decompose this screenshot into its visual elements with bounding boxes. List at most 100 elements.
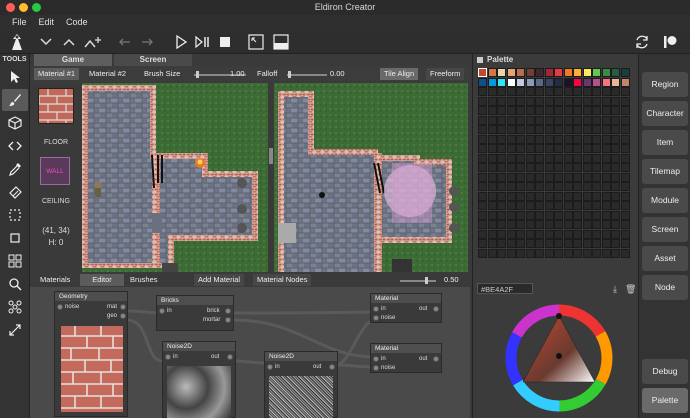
palette-swatch[interactable] <box>601 163 611 172</box>
palette-swatch[interactable] <box>563 144 573 153</box>
palette-swatch[interactable] <box>497 172 506 182</box>
palette-swatch[interactable] <box>582 144 592 153</box>
palette-swatch[interactable] <box>611 229 620 239</box>
palette-swatch[interactable] <box>535 144 544 153</box>
palette-swatch[interactable] <box>525 248 535 258</box>
palette-swatch[interactable] <box>620 134 630 144</box>
palette-swatch[interactable] <box>592 210 601 220</box>
palette-swatch[interactable] <box>478 77 487 87</box>
palette-swatch[interactable] <box>601 220 611 229</box>
tool-resize[interactable] <box>2 319 28 341</box>
palette-swatch[interactable] <box>601 115 611 125</box>
palette-swatch[interactable] <box>582 153 592 163</box>
palette-swatch[interactable] <box>582 172 592 182</box>
palette-swatch[interactable] <box>478 134 487 144</box>
palette-swatch[interactable] <box>516 68 525 77</box>
palette-swatch[interactable] <box>544 163 554 172</box>
palette-swatch[interactable] <box>478 210 487 220</box>
palette-swatch[interactable] <box>478 106 487 115</box>
palette-swatch[interactable] <box>525 125 535 134</box>
palette-swatch[interactable] <box>563 115 573 125</box>
palette-swatch[interactable] <box>478 182 487 191</box>
palette-swatch[interactable] <box>601 144 611 153</box>
add-material-button[interactable]: Add Material <box>194 274 245 286</box>
palette-swatch[interactable] <box>478 220 487 229</box>
palette-swatch[interactable] <box>601 210 611 220</box>
palette-swatch[interactable] <box>554 163 563 172</box>
palette-swatch[interactable] <box>525 115 535 125</box>
palette-swatch[interactable] <box>592 134 601 144</box>
palette-swatch[interactable] <box>487 144 497 153</box>
bricks-mortar-port[interactable] <box>225 317 231 323</box>
palette-swatch[interactable] <box>544 87 554 96</box>
wall-preview[interactable]: WALL <box>40 157 70 185</box>
palette-swatch[interactable] <box>506 248 516 258</box>
palette-swatch[interactable] <box>582 163 592 172</box>
palette-swatch[interactable] <box>544 77 554 87</box>
palette-swatch[interactable] <box>601 201 611 210</box>
geometry-noise-port[interactable] <box>57 304 63 310</box>
palette-swatch[interactable] <box>525 210 535 220</box>
palette-swatch[interactable] <box>611 68 620 77</box>
palette-swatch[interactable] <box>516 125 525 134</box>
palette-swatch[interactable] <box>516 115 525 125</box>
palette-swatch[interactable] <box>620 96 630 106</box>
palette-swatch[interactable] <box>573 248 582 258</box>
palette-swatch[interactable] <box>573 172 582 182</box>
palette-swatch[interactable] <box>506 201 516 210</box>
palette-swatch[interactable] <box>620 191 630 201</box>
palette-swatch[interactable] <box>563 182 573 191</box>
palette-swatch[interactable] <box>544 239 554 248</box>
palette-swatch[interactable] <box>601 134 611 144</box>
palette-swatch[interactable] <box>611 182 620 191</box>
palette-swatch[interactable] <box>592 96 601 106</box>
palette-swatch[interactable] <box>582 87 592 96</box>
palette-swatch[interactable] <box>601 68 611 77</box>
palette-swatch[interactable] <box>535 201 544 210</box>
node-noise2d-2[interactable]: Noise2D in out <box>264 351 338 418</box>
material2-in-port[interactable] <box>373 356 379 362</box>
palette-swatch[interactable] <box>516 210 525 220</box>
menu-edit[interactable]: Edit <box>33 15 61 29</box>
palette-swatch[interactable] <box>506 134 516 144</box>
palette-swatch[interactable] <box>601 248 611 258</box>
palette-swatch[interactable] <box>506 229 516 239</box>
palette-swatch[interactable] <box>592 87 601 96</box>
redo-icon[interactable] <box>138 32 156 51</box>
palette-swatch[interactable] <box>611 248 620 258</box>
palette-swatch[interactable] <box>535 182 544 191</box>
palette-swatch[interactable] <box>478 144 487 153</box>
palette-swatch[interactable] <box>487 125 497 134</box>
palette-swatch[interactable] <box>554 106 563 115</box>
tool-zoom[interactable] <box>2 273 28 295</box>
palette-swatch[interactable] <box>620 125 630 134</box>
palette-swatch[interactable] <box>592 248 601 258</box>
palette-swatch[interactable] <box>554 248 563 258</box>
palette-swatch[interactable] <box>506 77 516 87</box>
palette-swatch[interactable] <box>544 115 554 125</box>
zoom-slider[interactable] <box>400 280 436 282</box>
palette-swatch[interactable] <box>611 144 620 153</box>
palette-swatch[interactable] <box>516 153 525 163</box>
palette-swatch[interactable] <box>478 125 487 134</box>
palette-swatch[interactable] <box>525 172 535 182</box>
screen-button[interactable]: Screen <box>642 217 688 242</box>
palette-swatch[interactable] <box>497 201 506 210</box>
palette-swatch[interactable] <box>582 229 592 239</box>
palette-swatch[interactable] <box>582 68 592 77</box>
add-level-icon[interactable] <box>82 32 104 51</box>
palette-swatch[interactable] <box>478 191 487 201</box>
palette-swatch[interactable] <box>582 134 592 144</box>
geometry-mat-port[interactable] <box>120 304 126 310</box>
palette-swatch[interactable] <box>497 68 506 77</box>
palette-swatch[interactable] <box>506 125 516 134</box>
palette-swatch[interactable] <box>592 115 601 125</box>
palette-swatch[interactable] <box>544 134 554 144</box>
palette-swatch[interactable] <box>516 134 525 144</box>
palette-swatch[interactable] <box>497 106 506 115</box>
material-nodes-button[interactable]: Material Nodes <box>253 274 312 286</box>
palette-swatch[interactable] <box>497 229 506 239</box>
palette-swatch[interactable] <box>582 210 592 220</box>
tab-screen[interactable]: Screen <box>114 54 192 66</box>
palette-swatch[interactable] <box>563 125 573 134</box>
